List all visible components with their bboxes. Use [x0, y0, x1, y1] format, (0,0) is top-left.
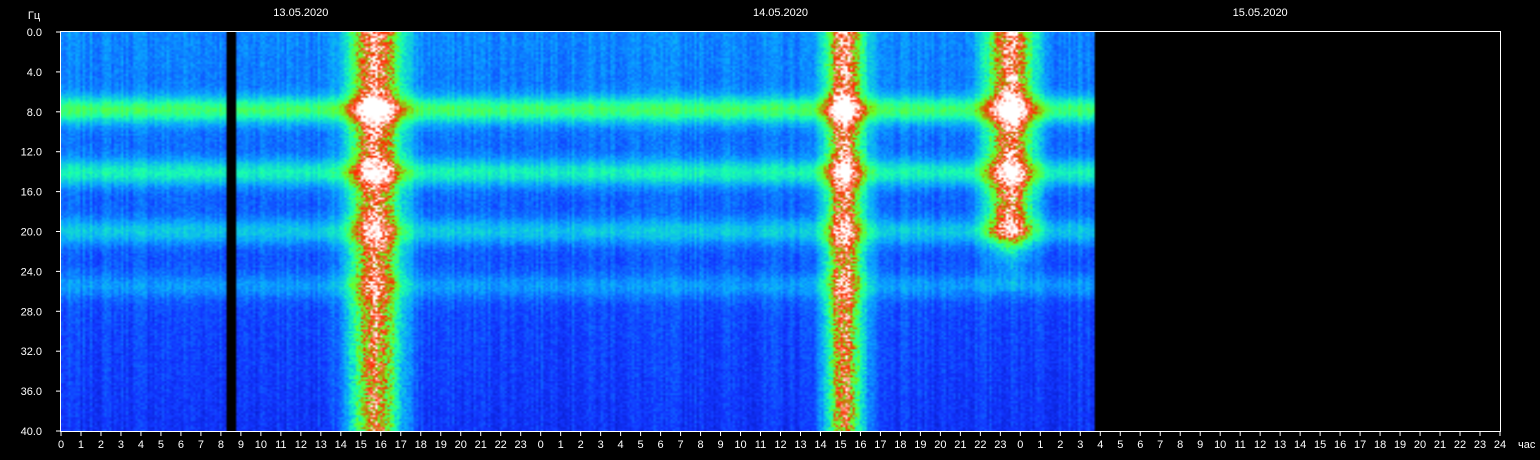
- x-tick-label: 13: [794, 439, 806, 451]
- x-tick-label: 13: [1274, 439, 1286, 451]
- date-label: 15.05.2020: [1233, 7, 1288, 19]
- x-tick-label: 18: [415, 439, 427, 451]
- x-tick-label: 1: [558, 439, 564, 451]
- x-tick-label: 5: [1117, 439, 1123, 451]
- x-tick-label: 18: [894, 439, 906, 451]
- date-label: 14.05.2020: [753, 7, 808, 19]
- y-tick-label: 28.0: [21, 306, 42, 318]
- x-tick-label: 5: [638, 439, 644, 451]
- x-tick-label: 3: [118, 439, 124, 451]
- x-tick-label: 17: [874, 439, 886, 451]
- x-tick-label: 20: [1414, 439, 1426, 451]
- y-tick-label: 4.0: [27, 67, 42, 79]
- x-tick-label: 0: [58, 439, 64, 451]
- x-tick-label: 24: [1494, 439, 1506, 451]
- y-tick-label: 16.0: [21, 187, 42, 199]
- x-tick-label: 21: [1434, 439, 1446, 451]
- x-tick-label: 10: [1214, 439, 1226, 451]
- x-tick-label: 7: [1157, 439, 1163, 451]
- x-tick-label: 8: [697, 439, 703, 451]
- x-tick-label: 5: [158, 439, 164, 451]
- x-tick-label: 16: [1334, 439, 1346, 451]
- x-tick-label: 8: [1177, 439, 1183, 451]
- x-tick-label: 2: [578, 439, 584, 451]
- x-tick-label: 22: [1454, 439, 1466, 451]
- x-tick-label: 12: [774, 439, 786, 451]
- x-tick-label: 21: [954, 439, 966, 451]
- y-tick-label: 8.0: [27, 107, 42, 119]
- x-tick-label: 1: [78, 439, 84, 451]
- x-tick-label: 12: [295, 439, 307, 451]
- x-tick-label: 20: [455, 439, 467, 451]
- y-tick-label: 0.0: [27, 27, 42, 39]
- x-tick-label: 6: [178, 439, 184, 451]
- x-tick-label: 17: [395, 439, 407, 451]
- x-tick-label: 9: [238, 439, 244, 451]
- x-tick-label: 14: [1294, 439, 1306, 451]
- x-tick-label: 11: [275, 439, 286, 451]
- x-tick-label: 12: [1254, 439, 1266, 451]
- x-tick-label: 9: [1197, 439, 1203, 451]
- x-tick-label: 22: [974, 439, 986, 451]
- y-tick-label: 24.0: [21, 266, 42, 278]
- x-tick-label: 10: [255, 439, 267, 451]
- x-tick-label: 8: [218, 439, 224, 451]
- x-tick-label: 11: [1234, 439, 1245, 451]
- x-tick-label: 6: [658, 439, 664, 451]
- x-tick-label: 7: [678, 439, 684, 451]
- x-tick-label: 4: [1097, 439, 1103, 451]
- y-tick-label: 32.0: [21, 346, 42, 358]
- x-tick-label: 14: [814, 439, 826, 451]
- x-tick-label: 16: [375, 439, 387, 451]
- x-tick-label: 4: [138, 439, 144, 451]
- x-tick-label: 19: [914, 439, 926, 451]
- heatmap: [61, 32, 1500, 431]
- x-tick-label: 6: [1137, 439, 1143, 451]
- x-tick-label: 1: [1037, 439, 1043, 451]
- x-tick-label: 22: [495, 439, 507, 451]
- x-tick-label: 3: [1077, 439, 1083, 451]
- x-tick-label: 19: [1394, 439, 1406, 451]
- x-tick-label: 23: [994, 439, 1006, 451]
- x-tick-label: 17: [1354, 439, 1366, 451]
- x-tick-label: 0: [538, 439, 544, 451]
- y-tick-label: 40.0: [21, 426, 42, 438]
- x-tick-label: 16: [854, 439, 866, 451]
- date-label: 13.05.2020: [273, 7, 328, 19]
- x-axis-unit-label: час: [1518, 439, 1536, 451]
- x-tick-label: 3: [598, 439, 604, 451]
- y-tick-label: 12.0: [21, 147, 42, 159]
- spectrogram-raster: [61, 32, 1500, 431]
- x-tick-label: 2: [1057, 439, 1063, 451]
- x-tick-label: 19: [435, 439, 447, 451]
- x-tick-label: 15: [1314, 439, 1326, 451]
- x-tick-label: 13: [315, 439, 327, 451]
- x-tick-label: 4: [618, 439, 624, 451]
- spectrogram-chart: 0.0 4.0 8.0 12.0 16.0 20.0 24.0 28.0 32.0 36.0 40.…: [0, 0, 1540, 460]
- x-tick-label: 2: [98, 439, 104, 451]
- x-tick-label: 15: [355, 439, 367, 451]
- x-tick-label: 7: [198, 439, 204, 451]
- x-tick-label: 10: [734, 439, 746, 451]
- x-tick-label: 18: [1374, 439, 1386, 451]
- x-tick-label: 14: [335, 439, 347, 451]
- x-tick-label: 9: [717, 439, 723, 451]
- x-tick-label: 23: [1474, 439, 1486, 451]
- x-tick-label: 11: [755, 439, 766, 451]
- y-axis-unit-label: Гц: [28, 10, 41, 22]
- x-tick-label: 15: [834, 439, 846, 451]
- y-tick-label: 20.0: [21, 227, 42, 239]
- x-tick-label: 0: [1017, 439, 1023, 451]
- y-tick-label: 36.0: [21, 386, 42, 398]
- x-tick-label: 21: [475, 439, 487, 451]
- x-tick-label: 23: [515, 439, 527, 451]
- x-tick-label: 20: [934, 439, 946, 451]
